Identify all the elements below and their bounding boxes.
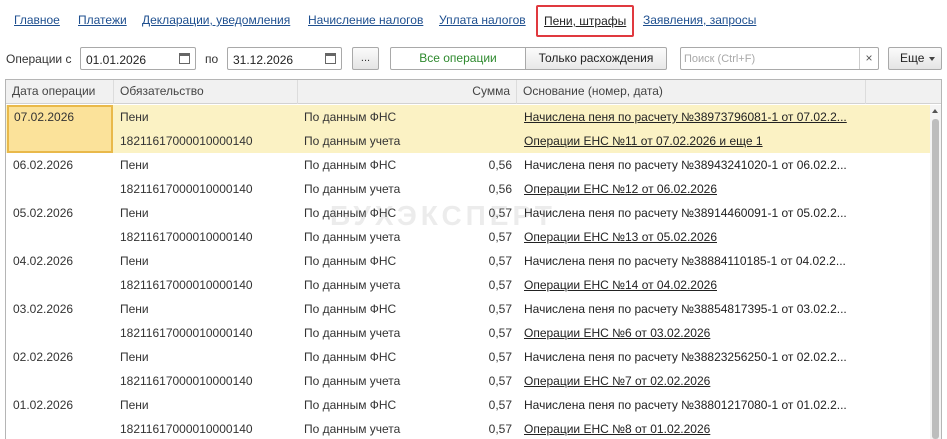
more-label: Еще xyxy=(900,51,925,65)
tab-tax-accrual[interactable]: Начисление налогов xyxy=(308,13,423,27)
to-label: по xyxy=(205,52,219,66)
clear-icon[interactable]: × xyxy=(859,48,878,69)
cell-sum: 0,57 xyxy=(488,350,512,364)
cell-kbk: 18211617000010000140 xyxy=(120,182,253,196)
cell-kbk: 18211617000010000140 xyxy=(120,230,253,244)
table-header: Дата операции Обязательство Сумма Основа… xyxy=(6,80,941,104)
tab-penalties[interactable]: Пени, штрафы xyxy=(536,5,635,37)
from-date-value: 01.01.2026 xyxy=(86,53,147,67)
basis-link[interactable]: Операции ЕНС №11 от 07.02.2026 и еще 1 xyxy=(524,129,864,153)
col-header-sum[interactable]: Сумма xyxy=(298,80,517,104)
cell-sum: 0,57 xyxy=(488,326,512,340)
cell-obligation: Пени xyxy=(120,302,149,316)
search-placeholder: Поиск (Ctrl+F) xyxy=(684,53,756,65)
table-row[interactable]: 01.02.2026 Пени По данным ФНС 0,57 Начис… xyxy=(6,393,930,439)
cell-kbk: 18211617000010000140 xyxy=(120,374,253,388)
cell-kbk: 18211617000010000140 xyxy=(120,326,253,340)
tab-tax-payment[interactable]: Уплата налогов xyxy=(439,13,526,27)
table-row[interactable]: 05.02.2026 Пени По данным ФНС 0,57 Начис… xyxy=(6,201,930,249)
period-select-button[interactable]: ... xyxy=(352,47,379,70)
cell-kbk: 18211617000010000140 xyxy=(120,134,253,148)
section-tabs: Главное Платежи Декларации, уведомления … xyxy=(0,0,947,40)
cell-date: 07.02.2026 xyxy=(7,105,113,153)
cell-obligation: Пени xyxy=(120,158,149,172)
cell-sum: 0,57 xyxy=(488,206,512,220)
cell-obligation: Пени xyxy=(120,254,149,268)
table-row[interactable]: 02.02.2026 Пени По данным ФНС 0,57 Начис… xyxy=(6,345,930,393)
table-row[interactable]: 06.02.2026 Пени По данным ФНС 0,56 Начис… xyxy=(6,153,930,201)
cell-sum: 0,57 xyxy=(488,374,512,388)
col-header-obligation[interactable]: Обязательство xyxy=(114,80,298,104)
cell-kbk: 18211617000010000140 xyxy=(120,422,253,436)
cell-date: 01.02.2026 xyxy=(13,398,74,412)
more-button[interactable]: Еще xyxy=(888,47,942,70)
table-row[interactable]: 03.02.2026 Пени По данным ФНС 0,57 Начис… xyxy=(6,297,930,345)
col-header-date[interactable]: Дата операции xyxy=(6,80,114,104)
penalties-table: Дата операции Обязательство Сумма Основа… xyxy=(5,79,942,439)
calendar-icon[interactable] xyxy=(325,53,336,64)
chevron-down-icon xyxy=(929,57,935,61)
cell-sum: 0,57 xyxy=(488,302,512,316)
table-row[interactable]: 07.02.2026 Пени По данным ФНС Начислена … xyxy=(6,105,930,153)
cell-sum: 0,56 xyxy=(488,158,512,172)
cell-date: 06.02.2026 xyxy=(13,158,74,172)
cell-date: 03.02.2026 xyxy=(13,302,74,316)
cell-sum xyxy=(416,129,512,153)
basis-link[interactable]: Операции ЕНС №12 от 06.02.2026 xyxy=(524,177,864,201)
vertical-scrollbar[interactable] xyxy=(930,105,941,439)
cell-obligation: Пени xyxy=(120,206,149,220)
basis-link[interactable]: Операции ЕНС №13 от 05.02.2026 xyxy=(524,225,864,249)
basis-link[interactable]: Операции ЕНС №14 от 04.02.2026 xyxy=(524,273,864,297)
scroll-up-icon[interactable] xyxy=(932,109,938,113)
cell-basis: Начислена пеня по расчету №38823256250-1… xyxy=(524,350,847,364)
differences-only-toggle[interactable]: Только расхождения xyxy=(526,47,667,70)
cell-basis: Начислена пеня по расчету №38943241020-1… xyxy=(524,158,847,172)
cell-basis: Начислена пеня по расчету №38801217080-1… xyxy=(524,398,847,412)
tab-declarations[interactable]: Декларации, уведомления xyxy=(142,13,290,27)
scroll-thumb[interactable] xyxy=(932,119,939,439)
tab-applications[interactable]: Заявления, запросы xyxy=(643,13,756,27)
cell-date: 02.02.2026 xyxy=(13,350,74,364)
cell-sum: 0,57 xyxy=(488,278,512,292)
tab-main[interactable]: Главное xyxy=(14,13,60,27)
search-field[interactable]: Поиск (Ctrl+F) × xyxy=(680,47,879,70)
table-row[interactable]: 04.02.2026 Пени По данным ФНС 0,57 Начис… xyxy=(6,249,930,297)
from-date-field[interactable]: 01.01.2026 xyxy=(80,47,196,70)
cell-basis: Начислена пеня по расчету №38854817395-1… xyxy=(524,302,847,316)
to-date-value: 31.12.2026 xyxy=(233,53,294,67)
cell-date: 05.02.2026 xyxy=(13,206,74,220)
cell-sum: 0,57 xyxy=(488,422,512,436)
cell-obligation: Пени xyxy=(120,110,149,124)
cell-date: 04.02.2026 xyxy=(13,254,74,268)
cell-basis: Начислена пеня по расчету №38884110185-1… xyxy=(524,254,846,268)
basis-link[interactable]: Операции ЕНС №8 от 01.02.2026 xyxy=(524,417,864,439)
all-operations-toggle[interactable]: Все операции xyxy=(390,47,526,70)
cell-basis: Начислена пеня по расчету №38914460091-1… xyxy=(524,206,847,220)
tab-payments[interactable]: Платежи xyxy=(78,13,127,27)
cell-sum: 0,57 xyxy=(488,398,512,412)
table-body: 07.02.2026 Пени По данным ФНС Начислена … xyxy=(6,105,930,439)
from-label: Операции с xyxy=(6,52,72,66)
cell-sum: 0,57 xyxy=(488,230,512,244)
calendar-icon[interactable] xyxy=(179,53,190,64)
cell-kbk: 18211617000010000140 xyxy=(120,278,253,292)
to-date-field[interactable]: 31.12.2026 xyxy=(227,47,342,70)
cell-obligation: Пени xyxy=(120,398,149,412)
basis-link[interactable]: Операции ЕНС №6 от 03.02.2026 xyxy=(524,321,864,345)
cell-sum: 0,57 xyxy=(488,254,512,268)
cell-obligation: Пени xyxy=(120,350,149,364)
basis-link[interactable]: Операции ЕНС №7 от 02.02.2026 xyxy=(524,369,864,393)
basis-link[interactable]: Начислена пеня по расчету №38973796081-1… xyxy=(524,105,864,129)
filter-toolbar: Операции с 01.01.2026 по 31.12.2026 ... … xyxy=(0,44,947,74)
col-header-basis[interactable]: Основание (номер, дата) xyxy=(517,80,866,104)
cell-sum xyxy=(416,105,512,129)
cell-sum: 0,56 xyxy=(488,182,512,196)
